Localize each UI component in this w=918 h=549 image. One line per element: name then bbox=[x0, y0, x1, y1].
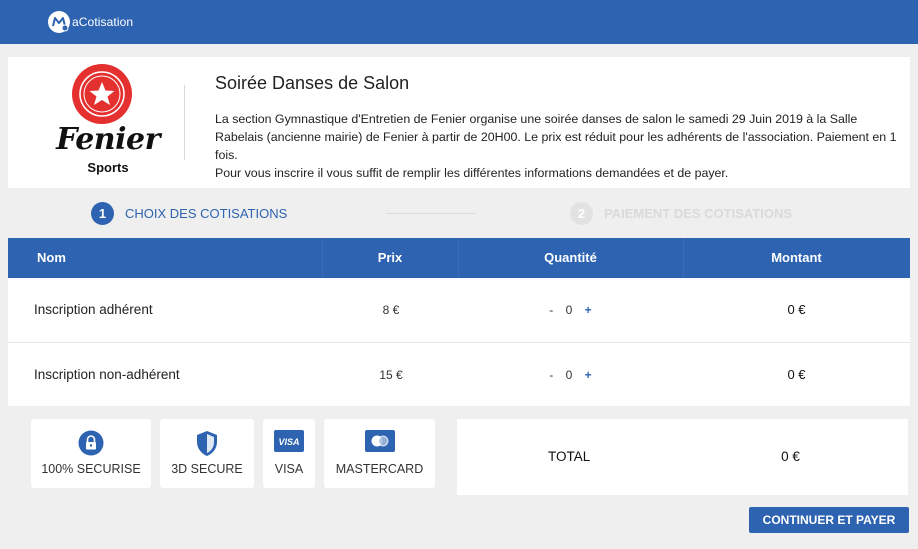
increment-button[interactable]: + bbox=[581, 278, 596, 342]
divider bbox=[184, 85, 185, 160]
increment-button[interactable]: + bbox=[581, 343, 596, 407]
table-row: Inscription non-adhérent 15 € - 0 + 0 € bbox=[8, 342, 910, 406]
row-name: Inscription non-adhérent bbox=[34, 367, 180, 382]
table-row: Inscription adhérent 8 € - 0 + 0 € bbox=[8, 278, 910, 342]
mastercard-icon bbox=[364, 430, 395, 452]
row-price: 8 € bbox=[382, 303, 400, 317]
step-connector bbox=[386, 213, 476, 214]
club-name: Fenier bbox=[56, 122, 160, 157]
brand-name: aCotisation bbox=[72, 15, 134, 29]
visa-card-text: VISA bbox=[278, 437, 299, 447]
badge-3d-secure: 3D SECURE bbox=[160, 419, 254, 488]
logo-icon bbox=[48, 11, 70, 33]
table-header: Nom Prix Quantité Montant bbox=[8, 238, 910, 278]
event-description: La section Gymnastique d'Entretien de Fe… bbox=[215, 110, 907, 182]
badge-label: VISA bbox=[274, 462, 304, 476]
quantity-value: 0 bbox=[565, 368, 573, 382]
row-amount: 0 € bbox=[787, 367, 806, 382]
continue-and-pay-button[interactable]: CONTINUER ET PAYER bbox=[749, 507, 909, 533]
decrement-button[interactable]: - bbox=[545, 343, 557, 407]
step-label: PAIEMENT DES COTISATIONS bbox=[604, 206, 793, 221]
row-name: Inscription adhérent bbox=[34, 302, 153, 317]
header-price: Prix bbox=[377, 250, 403, 265]
step-choice: 1 CHOIX DES COTISATIONS bbox=[91, 202, 287, 225]
badge-mastercard: MASTERCARD bbox=[324, 419, 435, 488]
total-value: 0 € bbox=[781, 449, 800, 464]
total-label: TOTAL bbox=[548, 449, 591, 464]
badge-label: 3D SECURE bbox=[171, 462, 243, 476]
header-quantity: Quantité bbox=[544, 250, 597, 265]
quantity-value: 0 bbox=[565, 303, 573, 317]
step-number: 2 bbox=[570, 202, 593, 225]
quantity-stepper: - 0 + bbox=[458, 343, 683, 407]
visa-card-icon: VISA bbox=[274, 430, 304, 452]
event-description-line: La section Gymnastique d'Entretien de Fe… bbox=[215, 112, 897, 162]
shield-icon bbox=[197, 431, 217, 456]
step-payment: 2 PAIEMENT DES COTISATIONS bbox=[570, 202, 792, 225]
event-description-line: Pour vous inscrire il vous suffit de rem… bbox=[215, 166, 729, 180]
badge-label: 100% SECURISE bbox=[41, 462, 141, 476]
badge-secure: 100% SECURISE bbox=[31, 419, 151, 488]
badge-visa: VISA VISA bbox=[263, 419, 315, 488]
header-name: Nom bbox=[37, 250, 66, 265]
header-amount: Montant bbox=[771, 250, 822, 265]
lock-icon bbox=[78, 430, 104, 456]
event-card: Fenier Sports Soirée Danses de Salon La … bbox=[8, 57, 910, 188]
row-price: 15 € bbox=[379, 368, 403, 382]
club-subtitle: Sports bbox=[87, 160, 129, 175]
brand-logo[interactable]: aCotisation bbox=[47, 10, 133, 34]
decrement-button[interactable]: - bbox=[545, 278, 557, 342]
quantity-stepper: - 0 + bbox=[458, 278, 683, 342]
contributions-table: Nom Prix Quantité Montant Inscription ad… bbox=[8, 238, 910, 406]
club-star-icon bbox=[72, 64, 132, 124]
total-box: TOTAL 0 € bbox=[457, 419, 908, 495]
top-bar: aCotisation bbox=[0, 0, 918, 44]
row-amount: 0 € bbox=[787, 302, 806, 317]
step-indicator: 1 CHOIX DES COTISATIONS 2 PAIEMENT DES C… bbox=[8, 198, 910, 228]
club-logo: Fenier Sports bbox=[48, 62, 168, 182]
step-number: 1 bbox=[91, 202, 114, 225]
step-label: CHOIX DES COTISATIONS bbox=[125, 206, 288, 221]
badge-label: MASTERCARD bbox=[335, 462, 424, 476]
event-title: Soirée Danses de Salon bbox=[215, 73, 410, 93]
